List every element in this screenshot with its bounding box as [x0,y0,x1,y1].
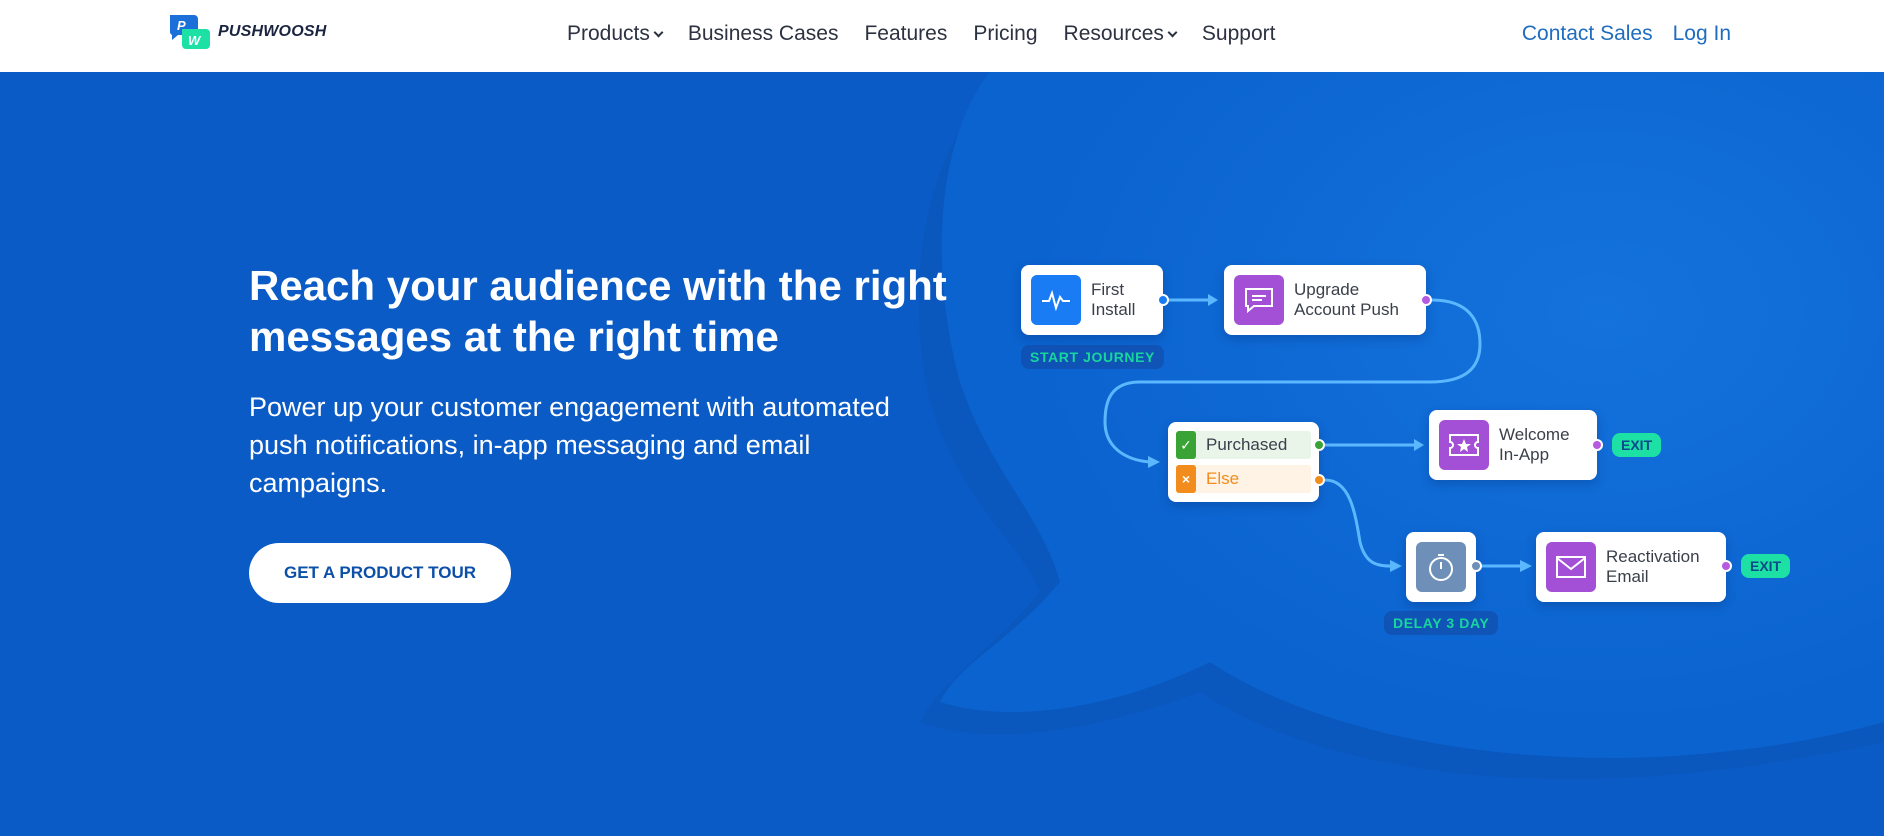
card-label: Reactivation Email [1606,547,1700,586]
upgrade-push-card[interactable]: Upgrade Account Push [1224,265,1426,335]
connector-dot [1313,474,1325,486]
nav-label: Features [864,22,948,45]
hero-section: Reach your audience with the right messa… [0,72,1884,836]
connector-dot [1720,560,1732,572]
svg-text:P: P [177,18,186,33]
connector-dot [1470,560,1482,572]
header-actions: Contact Sales Log In [1522,22,1731,46]
nav-label: Support [1201,22,1276,45]
else-row[interactable]: × Else [1176,465,1311,493]
card-label: Welcome In-App [1499,425,1570,464]
nav-label: Resources [1063,22,1164,45]
stopwatch-icon [1416,542,1466,592]
flow-connectors [1103,294,1532,572]
branch-label: Purchased [1206,435,1288,454]
pulse-icon [1031,275,1081,325]
card-label: First Install [1091,280,1136,319]
delay-tag: DELAY 3 DAY [1384,611,1499,635]
welcome-inapp-card[interactable]: Welcome In-App [1429,410,1597,480]
ticket-icon [1439,420,1489,470]
nav-item-support[interactable]: Support [1202,22,1276,46]
nav-item-products[interactable]: Products [567,22,664,46]
chevron-down-icon [1167,27,1178,38]
mail-icon [1546,542,1596,592]
log-in-link[interactable]: Log In [1673,22,1731,46]
connector-dot [1591,439,1603,451]
chat-icon [1234,275,1284,325]
branch-label: Else [1206,469,1240,488]
logo-text: PUSHWOOSH [218,23,327,40]
svg-text:W: W [188,33,202,48]
condition-branch-card[interactable]: ✓ Purchased × Else [1168,422,1319,502]
nav-label: Products [567,22,650,45]
exit-tag: EXIT [1612,433,1662,457]
nav-item-pricing[interactable]: Pricing [973,22,1037,46]
site-header: P W PUSHWOOSH Products Business Cases Fe… [0,0,1884,72]
card-label: Upgrade Account Push [1294,280,1399,319]
first-install-card[interactable]: First Install [1021,265,1163,335]
pushwoosh-logo-icon: P W [169,15,210,49]
contact-sales-link[interactable]: Contact Sales [1522,22,1653,46]
connector-dot [1157,294,1169,306]
nav-item-resources[interactable]: Resources [1063,22,1178,46]
delay-card[interactable] [1406,532,1476,602]
start-journey-tag: START JOURNEY [1021,345,1164,369]
cross-icon: × [1176,465,1196,493]
chevron-down-icon [653,27,664,38]
connector-dot [1420,294,1432,306]
nav-item-business-cases[interactable]: Business Cases [688,22,839,46]
connector-dot [1313,439,1325,451]
nav-label: Business Cases [687,22,839,45]
main-nav: Products Business Cases Features Pricing… [567,22,1275,46]
nav-item-features[interactable]: Features [864,22,947,46]
pushwoosh-logo[interactable]: P W PUSHWOOSH [168,13,326,51]
purchased-row[interactable]: ✓ Purchased [1176,431,1311,459]
nav-label: Pricing [973,22,1038,45]
reactivation-email-card[interactable]: Reactivation Email [1536,532,1726,602]
exit-tag: EXIT [1741,554,1791,578]
check-icon: ✓ [1176,431,1196,459]
